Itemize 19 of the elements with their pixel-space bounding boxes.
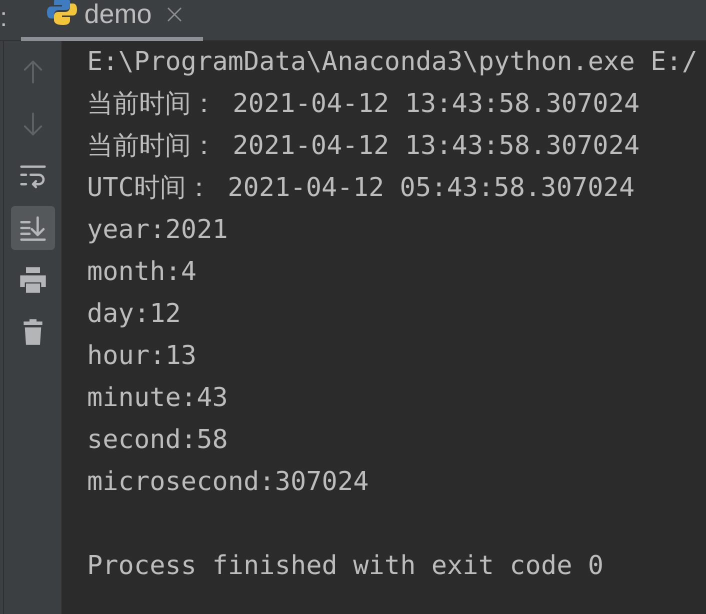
console-line: second:58 — [87, 424, 228, 457]
file-tab[interactable]: demo — [21, 0, 203, 41]
console-line: 当前时间： 2021-04-12 13:43:58.307024 — [87, 130, 640, 163]
python-logo-icon — [47, 0, 78, 26]
console-line: minute:43 — [87, 382, 228, 415]
console-line: 当前时间： 2021-04-12 13:43:58.307024 — [87, 88, 640, 121]
console-line: day:12 — [87, 298, 181, 331]
panel-label: : — [0, 2, 8, 32]
console-line: hour:13 — [87, 340, 197, 373]
console-line: UTC时间： 2021-04-12 05:43:58.307024 — [87, 172, 635, 205]
close-icon[interactable] — [166, 7, 182, 22]
printer-icon — [18, 266, 46, 294]
console-line: E:\ProgramData\Anaconda3\python.exe E:/ — [87, 46, 698, 79]
console-line: microsecond:307024 — [87, 466, 369, 499]
scroll-to-end-icon — [18, 214, 46, 242]
scroll-to-end-button[interactable] — [10, 206, 54, 250]
console-line: year:2021 — [87, 214, 228, 247]
console-line: month:4 — [87, 256, 197, 289]
exit-message: Process finished with exit code 0 — [87, 550, 604, 583]
